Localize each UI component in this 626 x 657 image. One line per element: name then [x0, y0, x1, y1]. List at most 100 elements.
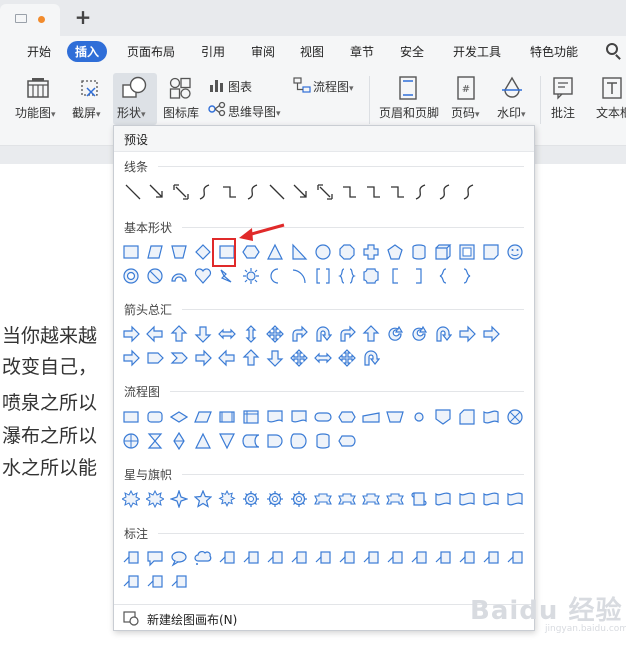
document-tab[interactable]: [0, 4, 60, 36]
fsort-shape-icon[interactable]: [170, 432, 188, 450]
fint-shape-icon[interactable]: [242, 408, 260, 426]
oct-shape-icon[interactable]: [338, 243, 356, 261]
fdisk-shape-icon[interactable]: [314, 432, 332, 450]
menu-view[interactable]: 视图: [300, 43, 324, 60]
lbr-shape-icon[interactable]: [386, 267, 404, 285]
menu-references[interactable]: 引用: [201, 43, 225, 60]
callline-shape-icon[interactable]: [122, 573, 140, 591]
auturn-shape-icon[interactable]: [434, 325, 452, 343]
foff-shape-icon[interactable]: [434, 408, 452, 426]
elbow-shape-icon[interactable]: [364, 183, 382, 201]
ribbon-shape-icon[interactable]: [314, 490, 332, 508]
frame-shape-icon[interactable]: [458, 243, 476, 261]
header-footer-button[interactable]: 页眉和页脚: [379, 104, 439, 121]
line-shape-icon[interactable]: [124, 183, 142, 201]
abent-shape-icon[interactable]: [338, 325, 356, 343]
fdelay-shape-icon[interactable]: [266, 432, 284, 450]
fprep-shape-icon[interactable]: [338, 408, 356, 426]
aquad-shape-icon[interactable]: [266, 325, 284, 343]
menu-security[interactable]: 安全: [400, 43, 424, 60]
cyl-shape-icon[interactable]: [410, 243, 428, 261]
aquad-shape-icon[interactable]: [338, 349, 356, 367]
menu-chapter[interactable]: 章节: [350, 43, 374, 60]
ribbon-shape-icon[interactable]: [362, 490, 380, 508]
callline-shape-icon[interactable]: [122, 549, 140, 567]
adown-shape-icon[interactable]: [194, 325, 212, 343]
rbrace-shape-icon[interactable]: [458, 267, 476, 285]
screenshot-button[interactable]: 截屏▾: [72, 104, 101, 121]
fman-shape-icon[interactable]: [362, 408, 380, 426]
rtri-shape-icon[interactable]: [290, 243, 308, 261]
callline-shape-icon[interactable]: [410, 549, 428, 567]
fsum-shape-icon[interactable]: [506, 408, 524, 426]
function-chart-button[interactable]: 功能图▾: [15, 104, 56, 121]
plaque-shape-icon[interactable]: [362, 267, 380, 285]
acirc-shape-icon[interactable]: [410, 325, 428, 343]
aquad-shape-icon[interactable]: [290, 349, 308, 367]
ftape-shape-icon[interactable]: [482, 408, 500, 426]
callline-shape-icon[interactable]: [266, 549, 284, 567]
callrect-shape-icon[interactable]: [146, 549, 164, 567]
watermark-button[interactable]: 水印▾: [497, 104, 526, 121]
page-number-button[interactable]: 页码▾: [451, 104, 480, 121]
chart-button[interactable]: 图表: [228, 78, 252, 95]
calloval-shape-icon[interactable]: [170, 549, 188, 567]
callline-shape-icon[interactable]: [434, 549, 452, 567]
aud-shape-icon[interactable]: [242, 325, 260, 343]
hex-shape-icon[interactable]: [242, 243, 260, 261]
ribbon-shape-icon[interactable]: [338, 490, 356, 508]
callline-shape-icon[interactable]: [386, 549, 404, 567]
elbow-shape-icon[interactable]: [388, 183, 406, 201]
diamond-shape-icon[interactable]: [194, 243, 212, 261]
pent-shape-icon[interactable]: [386, 243, 404, 261]
fpre-shape-icon[interactable]: [218, 408, 236, 426]
heart-shape-icon[interactable]: [194, 267, 212, 285]
arrow-shape-icon[interactable]: [148, 183, 166, 201]
fextr-shape-icon[interactable]: [194, 432, 212, 450]
fdata-shape-icon[interactable]: [194, 408, 212, 426]
wave-shape-icon[interactable]: [434, 490, 452, 508]
callline-shape-icon[interactable]: [338, 549, 356, 567]
alr-shape-icon[interactable]: [314, 349, 332, 367]
menu-special-features[interactable]: 特色功能: [530, 43, 578, 60]
aup-shape-icon[interactable]: [242, 349, 260, 367]
star8-shape-icon[interactable]: [218, 490, 236, 508]
cube-shape-icon[interactable]: [434, 243, 452, 261]
callline-shape-icon[interactable]: [362, 549, 380, 567]
new-tab-button[interactable]: +: [74, 5, 92, 29]
menu-developer-tools[interactable]: 开发工具: [453, 43, 501, 60]
fstore-shape-icon[interactable]: [242, 432, 260, 450]
callline-shape-icon[interactable]: [314, 549, 332, 567]
star5-shape-icon[interactable]: [194, 490, 212, 508]
burst-shape-icon[interactable]: [146, 490, 164, 508]
rect-shape-icon[interactable]: [122, 243, 140, 261]
menu-home[interactable]: 开始: [27, 43, 51, 60]
acirc-shape-icon[interactable]: [386, 325, 404, 343]
aleft-shape-icon[interactable]: [218, 349, 236, 367]
comment-button[interactable]: 批注: [551, 104, 575, 121]
wave-shape-icon[interactable]: [506, 490, 524, 508]
aright-shape-icon[interactable]: [122, 349, 140, 367]
fcoll-shape-icon[interactable]: [146, 432, 164, 450]
fmag-shape-icon[interactable]: [290, 432, 308, 450]
fcard-shape-icon[interactable]: [458, 408, 476, 426]
para-shape-icon[interactable]: [146, 243, 164, 261]
gear-shape-icon[interactable]: [242, 490, 260, 508]
line-shape-icon[interactable]: [268, 183, 286, 201]
aup-shape-icon[interactable]: [170, 325, 188, 343]
alr-shape-icon[interactable]: [218, 325, 236, 343]
auturn-shape-icon[interactable]: [314, 325, 332, 343]
trap-shape-icon[interactable]: [170, 243, 188, 261]
fdisp-shape-icon[interactable]: [338, 432, 356, 450]
callline-shape-icon[interactable]: [170, 573, 188, 591]
aright-shape-icon[interactable]: [122, 325, 140, 343]
shapes-button[interactable]: 形状▾: [117, 104, 146, 121]
darrow-shape-icon[interactable]: [316, 183, 334, 201]
bolt-shape-icon[interactable]: [218, 267, 236, 285]
ftrap-shape-icon[interactable]: [386, 408, 404, 426]
curve-shape-icon[interactable]: [460, 183, 478, 201]
circle-shape-icon[interactable]: [314, 243, 332, 261]
aup-shape-icon[interactable]: [362, 325, 380, 343]
plus-shape-icon[interactable]: [362, 243, 380, 261]
fdoc-shape-icon[interactable]: [266, 408, 284, 426]
